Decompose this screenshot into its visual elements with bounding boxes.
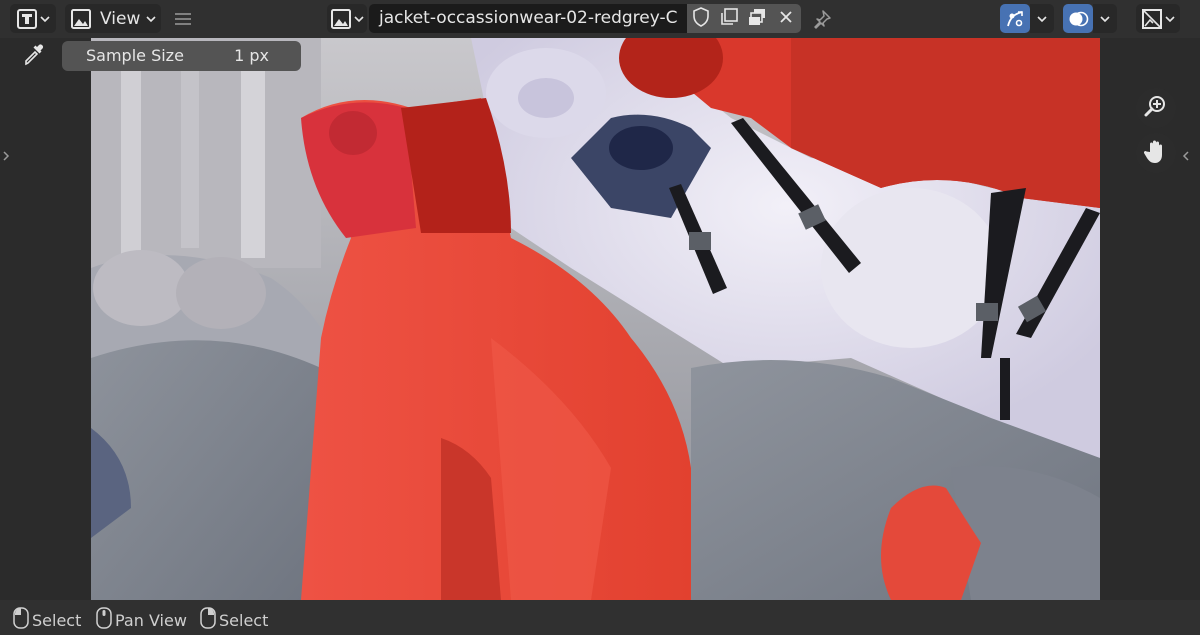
overlay-toggle[interactable] bbox=[1063, 4, 1093, 33]
status-hint-select-right: Select bbox=[199, 606, 268, 634]
chevron-left-icon bbox=[1182, 147, 1190, 166]
pin-icon bbox=[812, 9, 832, 29]
sample-size-label: Sample Size bbox=[86, 46, 184, 65]
duplicate-image-button[interactable] bbox=[715, 4, 743, 33]
mouse-right-icon bbox=[199, 606, 219, 634]
mouse-left-icon bbox=[12, 606, 32, 634]
image-editor-window: View jacket-occassionwear-02-redgrey-C S… bbox=[0, 0, 1200, 635]
sample-size-field[interactable]: Sample Size 1 px bbox=[62, 41, 301, 71]
pan-button[interactable] bbox=[1136, 133, 1176, 173]
eyedropper-icon bbox=[23, 43, 47, 71]
new-image-button[interactable] bbox=[743, 4, 771, 33]
gizmo-toggle[interactable] bbox=[1000, 4, 1030, 33]
display-channels-icon bbox=[1141, 8, 1163, 30]
mouse-middle-icon bbox=[95, 606, 115, 634]
unlink-image-button[interactable] bbox=[771, 4, 801, 33]
chevron-down-icon bbox=[1100, 15, 1110, 23]
image-viewport[interactable] bbox=[0, 38, 1200, 600]
duplicate-icon bbox=[719, 7, 739, 31]
view-menu-label: View bbox=[100, 8, 141, 29]
sample-tool-button[interactable] bbox=[20, 42, 50, 72]
chevron-down-icon bbox=[1165, 15, 1175, 23]
chevron-down-icon bbox=[146, 15, 156, 23]
sample-size-value: 1 px bbox=[234, 46, 269, 65]
zoom-button[interactable] bbox=[1136, 88, 1176, 128]
chevron-down-icon bbox=[1037, 15, 1047, 23]
editor-header: View jacket-occassionwear-02-redgrey-C bbox=[0, 0, 1200, 38]
new-image-icon bbox=[747, 7, 767, 31]
image-browse-button[interactable] bbox=[327, 4, 367, 33]
display-channels-selector[interactable] bbox=[1136, 4, 1180, 33]
pin-button[interactable] bbox=[808, 4, 836, 33]
gizmo-dropdown[interactable] bbox=[1030, 4, 1054, 33]
status-bar: Select Pan View Select bbox=[0, 600, 1200, 635]
close-icon bbox=[779, 9, 793, 28]
toolbar-toggle[interactable] bbox=[0, 142, 12, 170]
image-browse-icon bbox=[330, 8, 352, 30]
status-hint-pan: Pan View bbox=[95, 606, 187, 634]
fake-user-shield-icon bbox=[692, 6, 710, 31]
status-hint-label: Pan View bbox=[115, 610, 187, 630]
sidebar-toggle[interactable] bbox=[1180, 142, 1192, 170]
status-hint-label: Select bbox=[32, 610, 82, 630]
overlay-icon bbox=[1067, 8, 1089, 30]
chevron-down-icon bbox=[354, 15, 364, 23]
image-mode-icon bbox=[70, 8, 92, 30]
header-menu-toggle[interactable] bbox=[170, 4, 196, 33]
uv-texture-image[interactable] bbox=[91, 38, 1100, 600]
image-name-field[interactable]: jacket-occassionwear-02-redgrey-C bbox=[369, 4, 687, 33]
editor-type-selector[interactable] bbox=[10, 4, 56, 33]
image-editor-icon bbox=[16, 8, 38, 30]
hand-pan-icon bbox=[1143, 138, 1168, 168]
gizmo-icon bbox=[1004, 8, 1026, 30]
fake-user-button[interactable] bbox=[687, 4, 715, 33]
status-hint-label: Select bbox=[219, 610, 269, 630]
chevron-down-icon bbox=[40, 15, 50, 23]
zoom-icon bbox=[1143, 93, 1169, 123]
overlay-dropdown[interactable] bbox=[1093, 4, 1117, 33]
view-menu[interactable]: View bbox=[65, 4, 161, 33]
hamburger-menu-icon bbox=[174, 11, 192, 27]
status-hint-select: Select bbox=[12, 606, 81, 634]
chevron-right-icon bbox=[2, 147, 10, 166]
